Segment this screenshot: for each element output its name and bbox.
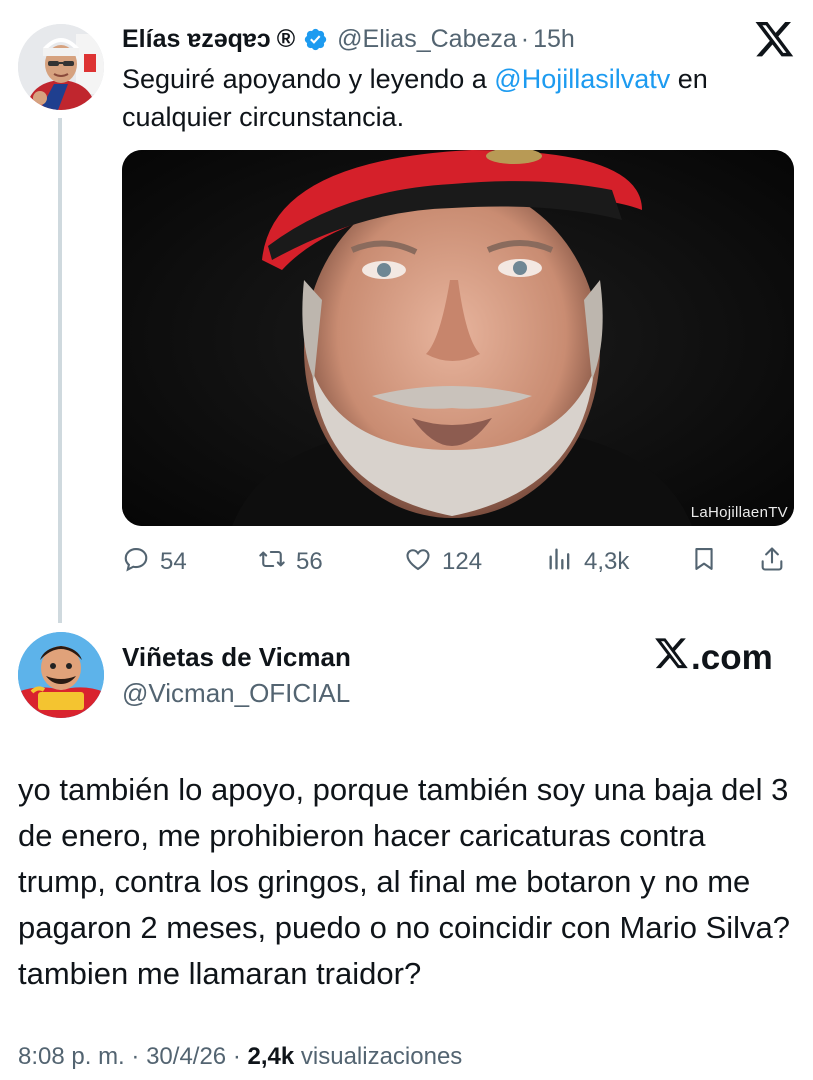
- parent-time[interactable]: 15h: [533, 25, 575, 54]
- repost-count: 56: [296, 548, 323, 575]
- meta-separator: ·: [232, 1043, 241, 1070]
- x-logo-icon: [755, 22, 795, 58]
- view-count: 2,4k: [247, 1043, 295, 1070]
- reply-count: 54: [160, 548, 187, 575]
- x-com-brand: .com: [655, 637, 773, 679]
- repost-icon: [258, 545, 286, 580]
- parent-display-name[interactable]: Elías ɐzǝqɐɔ: [122, 25, 271, 54]
- bookmark-icon: [690, 545, 718, 580]
- parent-handle[interactable]: @Elias_Cabeza: [337, 25, 517, 54]
- media-watermark: LaHojillaenTV: [690, 504, 788, 521]
- meta-separator: ·: [131, 1043, 140, 1070]
- repost-button[interactable]: 56: [258, 540, 323, 584]
- share-icon: [758, 545, 786, 580]
- views-count: 4,3k: [584, 548, 630, 575]
- tweet-time[interactable]: 8:08 p. m.: [18, 1043, 125, 1070]
- main-avatar[interactable]: [18, 632, 104, 718]
- main-display-name[interactable]: Viñetas de Vicman: [122, 642, 351, 673]
- header-separator: ·: [520, 24, 530, 53]
- main-handle[interactable]: @Vicman_OFICIAL: [122, 678, 350, 709]
- x-logo-icon: [655, 637, 691, 679]
- parent-tweet-text: Seguiré apoyando y leyendo a @Hojillasil…: [122, 60, 792, 136]
- tweet-date[interactable]: 30/4/26: [146, 1043, 226, 1070]
- like-icon: [404, 545, 432, 580]
- views-button[interactable]: 4,3k: [546, 540, 629, 584]
- views-icon: [546, 545, 574, 580]
- like-count: 124: [442, 548, 483, 575]
- main-tweet-text: yo también lo apoyo, porque también soy …: [18, 772, 791, 991]
- views-label: visualizaciones: [300, 1043, 463, 1070]
- main-tweet-meta: 8:08 p. m. · 30/4/26 · 2,4k visualizacio…: [18, 1043, 462, 1071]
- reply-button[interactable]: 54: [122, 540, 187, 584]
- parent-tweet-header: Elías ɐzǝqɐɔ ® @Elias_Cabeza · 15h: [122, 22, 575, 56]
- like-button[interactable]: 124: [404, 540, 482, 584]
- parent-tweet-actions: 54 56 124 4,3k: [122, 540, 802, 584]
- brand-domain: .com: [691, 638, 773, 677]
- verified-badge-icon: [303, 27, 328, 52]
- parent-avatar[interactable]: [18, 24, 104, 110]
- parent-tweet-media[interactable]: LaHojillaenTV: [122, 150, 794, 526]
- registered-mark: ®: [276, 24, 296, 53]
- bookmark-button[interactable]: [690, 540, 718, 584]
- reply-icon: [122, 545, 150, 580]
- parent-text-before: Seguiré apoyando y leyendo a: [122, 64, 495, 94]
- mention-link[interactable]: @Hojillasilvatv: [494, 64, 670, 94]
- thread-connector: [58, 118, 62, 623]
- portrait-image: [122, 150, 794, 526]
- share-button[interactable]: [758, 540, 786, 584]
